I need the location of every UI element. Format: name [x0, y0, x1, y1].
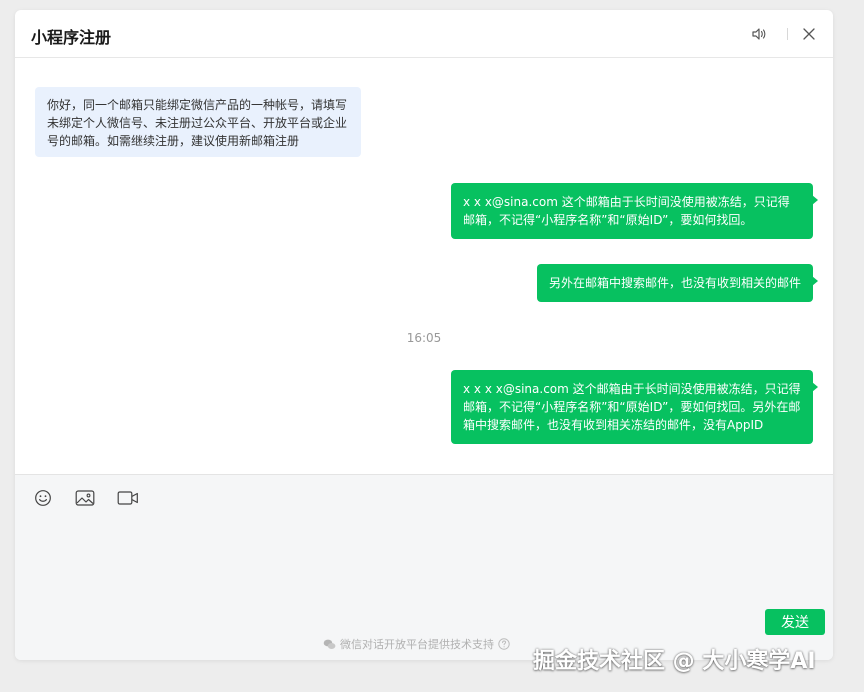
message-bubble-outgoing: 另外在邮箱中搜索邮件，也没有收到相关的邮件 — [537, 264, 818, 302]
close-icon[interactable] — [801, 26, 817, 42]
titlebar-divider — [787, 28, 788, 40]
speaker-icon[interactable] — [751, 26, 767, 42]
chat-window: 小程序注册 你好，同一个邮箱只能绑定微信产品的一种帐号，请填写未绑定个人微信号、… — [15, 10, 833, 660]
title-bar: 小程序注册 — [15, 10, 833, 58]
watermark-text: 掘金技术社区 @ 大小寒学AI — [533, 649, 816, 674]
message-bubble-outgoing: x x x@sina.com 这个邮箱由于长时间没使用被冻结，只记得邮箱，不记得… — [451, 183, 818, 239]
message-bubble-outgoing: x x x x@sina.com 这个邮箱由于长时间没使用被冻结，只记得邮箱，不… — [451, 370, 818, 444]
message-timestamp: 16:05 — [406, 331, 442, 345]
send-button[interactable]: 发送 — [765, 609, 825, 635]
footer-credit: 微信对话开放平台提供技术支持 — [323, 636, 510, 652]
message-bubble-incoming: 你好，同一个邮箱只能绑定微信产品的一种帐号，请填写未绑定个人微信号、未注册过公众… — [35, 87, 361, 157]
message-list: 你好，同一个邮箱只能绑定微信产品的一种帐号，请填写未绑定个人微信号、未注册过公众… — [15, 58, 833, 474]
emoji-icon[interactable] — [34, 489, 52, 507]
image-icon[interactable] — [75, 489, 95, 507]
footer-text: 微信对话开放平台提供技术支持 — [340, 638, 494, 651]
chat-bubbles-icon — [323, 639, 336, 649]
help-icon[interactable] — [498, 638, 510, 650]
video-icon[interactable] — [117, 489, 139, 507]
window-title: 小程序注册 — [31, 28, 112, 47]
message-input-area[interactable]: 发送 微信对话开放平台提供技术支持 — [15, 474, 833, 660]
